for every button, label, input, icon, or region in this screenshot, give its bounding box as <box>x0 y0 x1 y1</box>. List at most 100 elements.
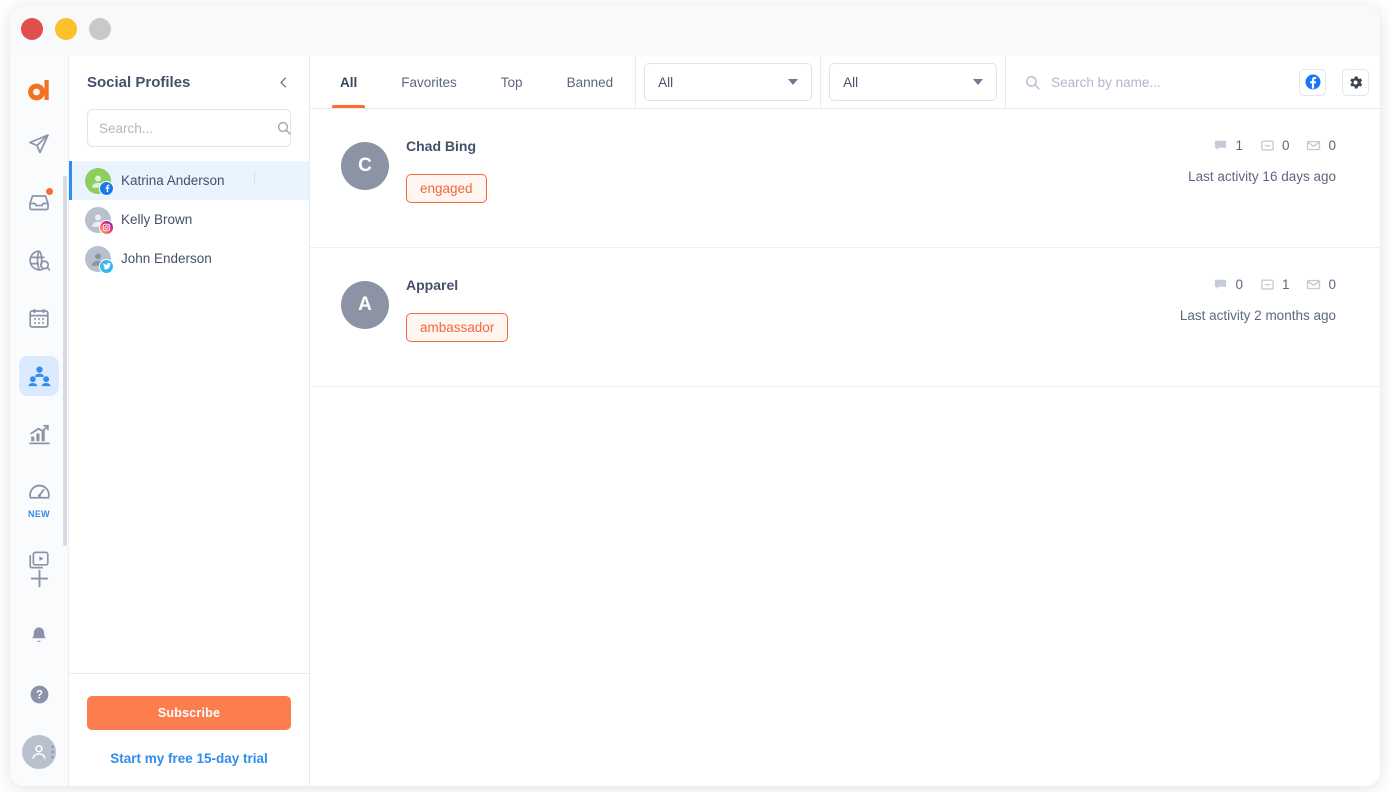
sidebar-item-social-profiles[interactable] <box>19 356 59 396</box>
panel-footer: Subscribe Start my free 15-day trial <box>69 673 309 786</box>
rail-scrollbar[interactable] <box>63 176 67 546</box>
metrics-group: 0 1 0 <box>1180 277 1336 292</box>
tab-label: Top <box>500 74 523 90</box>
comment-metric: 0 <box>1213 277 1243 292</box>
panel-search-box[interactable] <box>87 109 291 147</box>
list-item[interactable]: John Enderson <box>69 239 309 278</box>
message-metric: 0 <box>1306 138 1336 153</box>
post-metric: 1 <box>1260 277 1289 292</box>
search-icon <box>1024 74 1041 91</box>
comment-icon <box>1213 277 1228 292</box>
comment-icon <box>1213 138 1228 153</box>
network-filter[interactable]: All <box>644 63 813 101</box>
contacts-list: C Chad Bing engaged 1 0 0 Last activity … <box>310 109 1380 786</box>
search-input[interactable] <box>1051 74 1283 90</box>
status-badge[interactable]: engaged <box>406 174 487 203</box>
app-window: NEW ? Social Profiles Search... Katrina … <box>10 6 1380 786</box>
chevron-down-icon <box>788 79 799 85</box>
contact-stats: 1 0 0 Last activity 16 days ago <box>1188 136 1336 184</box>
profile-name: John Enderson <box>121 251 212 266</box>
tab-banned[interactable]: Banned <box>545 56 636 108</box>
panel-header: Social Profiles <box>69 56 309 97</box>
type-filter-value: All <box>843 74 859 90</box>
close-button[interactable] <box>21 18 43 40</box>
post-metric: 0 <box>1260 138 1290 153</box>
avatar <box>85 167 114 196</box>
add-icon[interactable] <box>19 558 59 598</box>
subscribe-button[interactable]: Subscribe <box>87 696 291 730</box>
notifications-icon[interactable] <box>19 616 59 656</box>
metrics-group: 1 0 0 <box>1188 138 1336 153</box>
message-metric: 0 <box>1306 277 1336 292</box>
tab-top[interactable]: Top <box>479 56 545 108</box>
send-icon[interactable] <box>19 124 59 164</box>
metric-value: 0 <box>1281 138 1290 153</box>
analytics-icon[interactable] <box>19 414 59 454</box>
message-icon <box>1306 138 1321 153</box>
window-controls <box>21 18 111 40</box>
tab-bar: All Favorites Top Banned <box>310 56 635 108</box>
monitoring-icon[interactable] <box>19 240 59 280</box>
rail-bottom-group: ? <box>10 558 68 776</box>
metric-value: 0 <box>1328 138 1336 153</box>
post-icon <box>1260 277 1275 292</box>
type-filter[interactable]: All <box>829 63 998 101</box>
instagram-badge-icon <box>99 219 114 235</box>
avatar <box>85 206 114 235</box>
twitter-badge-icon <box>99 258 114 274</box>
window-titlebar <box>10 6 1380 56</box>
profile-list: Katrina Anderson Kelly Brown John Enders… <box>69 157 309 673</box>
search-input[interactable] <box>99 120 276 136</box>
avatar: C <box>341 142 389 190</box>
profile-name: Kelly Brown <box>121 212 193 227</box>
post-icon <box>1260 138 1275 153</box>
type-filter-group: All <box>821 56 1005 108</box>
comment-metric: 1 <box>1213 138 1243 153</box>
table-row[interactable]: C Chad Bing engaged 1 0 0 Last activity … <box>310 109 1380 248</box>
chevron-left-icon[interactable] <box>276 75 291 90</box>
tab-label: All <box>340 74 358 90</box>
performance-new-tag: NEW <box>28 509 50 519</box>
avatar: A <box>341 281 389 329</box>
calendar-icon[interactable] <box>19 298 59 338</box>
metric-value: 0 <box>1328 277 1336 292</box>
name-search-group <box>1006 56 1380 108</box>
contact-name: Apparel <box>406 277 459 293</box>
tab-label: Favorites <box>401 74 457 90</box>
last-activity: Last activity 16 days ago <box>1188 169 1336 184</box>
list-item[interactable]: Katrina Anderson <box>69 161 309 200</box>
metric-value: 0 <box>1235 277 1243 292</box>
status-badge[interactable]: ambassador <box>406 313 509 342</box>
brand-logo[interactable] <box>19 70 59 110</box>
chevron-down-icon <box>973 79 984 85</box>
search-icon <box>276 120 292 136</box>
settings-button[interactable] <box>1342 68 1369 96</box>
inbox-icon[interactable] <box>19 182 59 222</box>
facebook-filter-button[interactable] <box>1299 68 1326 96</box>
page-title: Social Profiles <box>87 74 191 91</box>
tab-label: Banned <box>566 74 614 90</box>
list-item[interactable]: Kelly Brown <box>69 200 309 239</box>
account-menu-icon[interactable] <box>51 745 54 759</box>
social-profiles-panel: Social Profiles Search... Katrina Anders… <box>68 56 310 786</box>
last-activity: Last activity 2 months ago <box>1179 308 1336 323</box>
table-row[interactable]: A Apparel ambassador 0 1 0 Last activity… <box>310 248 1380 387</box>
tab-favorites[interactable]: Favorites <box>379 56 479 108</box>
minimize-button[interactable] <box>55 18 77 40</box>
rail-top-group: NEW <box>19 56 59 598</box>
text-cursor-mark <box>254 172 255 183</box>
facebook-badge-icon <box>99 180 114 196</box>
svg-text:?: ? <box>35 689 42 701</box>
network-filter-value: All <box>658 74 674 90</box>
contact-name: Chad Bing <box>406 138 476 154</box>
left-nav-rail: NEW ? <box>10 56 68 786</box>
main-content: All Favorites Top Banned All All Search … <box>310 56 1380 786</box>
profile-name: Katrina Anderson <box>121 173 225 188</box>
tab-all[interactable]: All <box>318 56 379 108</box>
performance-icon[interactable]: NEW <box>19 472 59 519</box>
help-icon[interactable]: ? <box>19 674 59 714</box>
contact-info: Apparel ambassador <box>406 275 1180 342</box>
account-avatar[interactable] <box>19 732 59 772</box>
free-trial-link[interactable]: Start my free 15-day trial <box>87 751 291 766</box>
maximize-button[interactable] <box>89 18 111 40</box>
